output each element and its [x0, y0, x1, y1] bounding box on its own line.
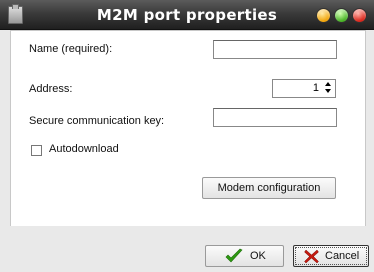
spin-up-icon[interactable] — [323, 81, 334, 88]
window-titlebar[interactable]: M2M port properties — [0, 0, 374, 30]
ok-button[interactable]: OK — [205, 245, 284, 267]
close-button[interactable] — [352, 8, 367, 23]
address-label: Address: — [29, 83, 73, 95]
maximize-button[interactable] — [334, 8, 349, 23]
ok-label: OK — [250, 250, 266, 262]
autodownload-checkbox[interactable] — [31, 145, 42, 156]
cancel-button[interactable]: Cancel — [293, 245, 369, 267]
autodownload-label: Autodownload — [49, 143, 119, 155]
secure-key-input[interactable] — [213, 108, 337, 127]
name-input[interactable] — [213, 40, 337, 59]
modem-configuration-button[interactable]: Modem configuration — [202, 177, 336, 199]
address-value[interactable]: 1 — [313, 82, 319, 94]
name-label: Name (required): — [29, 43, 113, 55]
minimize-button[interactable] — [316, 8, 331, 23]
secure-key-label: Secure communication key: — [29, 115, 165, 127]
x-icon — [304, 249, 319, 264]
spinner-buttons[interactable] — [323, 81, 334, 96]
address-spinner[interactable]: 1 — [272, 79, 336, 98]
spin-down-icon[interactable] — [323, 88, 334, 95]
checkmark-icon — [225, 248, 243, 263]
cancel-label: Cancel — [325, 250, 360, 262]
